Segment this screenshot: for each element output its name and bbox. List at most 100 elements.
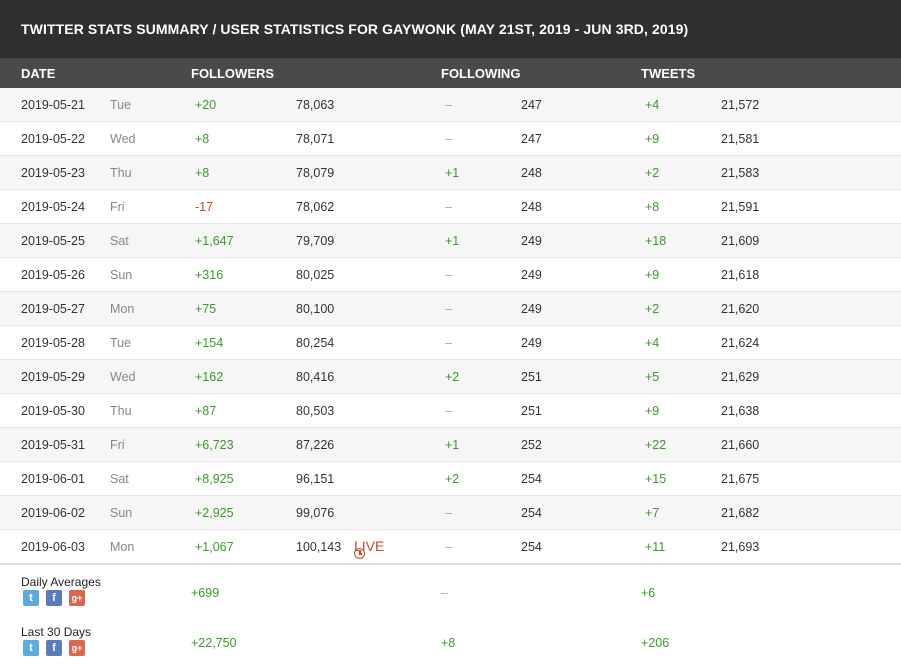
tweets-change: +7 <box>645 506 660 520</box>
followers-total: 80,025 <box>296 268 335 282</box>
tweets-change: +8 <box>645 200 660 214</box>
following-change: – <box>445 268 452 282</box>
summary-followers: +22,750 <box>191 636 237 650</box>
tweets-change: +22 <box>645 438 667 452</box>
tweets-change: +2 <box>645 302 660 316</box>
followers-total: 78,071 <box>296 132 335 146</box>
following-total: 249 <box>521 234 542 248</box>
following-change: – <box>445 506 452 520</box>
day-cell: Tue <box>110 98 132 112</box>
followers-change: +154 <box>195 336 224 350</box>
following-change: – <box>445 540 452 554</box>
facebook-share-icon[interactable]: f <box>46 640 62 656</box>
date-cell: 2019-06-03 <box>21 540 85 554</box>
date-cell: 2019-05-26 <box>21 268 85 282</box>
followers-change: +1,067 <box>195 540 234 554</box>
date-cell: 2019-05-25 <box>21 234 85 248</box>
tweets-change: +15 <box>645 472 667 486</box>
summary-label: Last 30 Days <box>21 625 92 639</box>
followers-change: +20 <box>195 98 217 112</box>
following-change: – <box>445 302 452 316</box>
followers-change: +162 <box>195 370 224 384</box>
day-cell: Sun <box>110 506 133 520</box>
table-row: 2019-06-02 Sun +2,925 99,076 – 254 +7 21,682 <box>0 496 901 530</box>
following-change: +1 <box>445 234 460 248</box>
followers-total: 99,076 <box>296 506 335 520</box>
tweets-change: +5 <box>645 370 660 384</box>
share-icons: t f g+ <box>23 640 85 656</box>
followers-total: 96,151 <box>296 472 335 486</box>
summary-label: Daily Averages <box>21 575 101 589</box>
table-row: 2019-05-27 Mon +75 80,100 – 249 +2 21,620 <box>0 292 901 326</box>
date-cell: 2019-05-22 <box>21 132 85 146</box>
header-date: DATE <box>21 66 56 81</box>
day-cell: Mon <box>110 302 135 316</box>
followers-total: 78,062 <box>296 200 335 214</box>
tweets-total: 21,609 <box>721 234 760 248</box>
summary-followers: +699 <box>191 586 220 600</box>
following-change: +2 <box>445 472 460 486</box>
summary-tweets: +6 <box>641 586 656 600</box>
date-cell: 2019-05-31 <box>21 438 85 452</box>
date-cell: 2019-06-01 <box>21 472 85 486</box>
followers-change: +8 <box>195 132 210 146</box>
followers-total: 78,063 <box>296 98 335 112</box>
table-row: 2019-05-31 Fri +6,723 87,226 +1 252 +22 21,660 <box>0 428 901 462</box>
tweets-change: +4 <box>645 336 660 350</box>
tweets-change: +9 <box>645 404 660 418</box>
table-row: 2019-05-26 Sun +316 80,025 – 249 +9 21,618 <box>0 258 901 292</box>
table-header: DATE FOLLOWERS FOLLOWING TWEETS <box>0 58 901 88</box>
following-change: – <box>445 132 452 146</box>
day-cell: Tue <box>110 336 132 350</box>
followers-change: +87 <box>195 404 217 418</box>
following-total: 252 <box>521 438 542 452</box>
tweets-total: 21,583 <box>721 166 760 180</box>
tweets-change: +4 <box>645 98 660 112</box>
table-row: 2019-05-24 Fri -17 78,062 – 248 +8 21,591 <box>0 190 901 224</box>
tweets-total: 21,693 <box>721 540 760 554</box>
day-cell: Fri <box>110 438 125 452</box>
day-cell: Mon <box>110 540 135 554</box>
facebook-share-icon[interactable]: f <box>46 590 62 606</box>
day-cell: Sun <box>110 268 133 282</box>
live-badge[interactable]: LIVE <box>354 538 384 559</box>
following-change: +2 <box>445 370 460 384</box>
clock-icon <box>354 548 365 559</box>
share-icons: t f g+ <box>23 590 85 606</box>
following-change: – <box>445 98 452 112</box>
date-cell: 2019-05-30 <box>21 404 85 418</box>
following-total: 249 <box>521 268 542 282</box>
table-row: 2019-06-01 Sat +8,925 96,151 +2 254 +15 21,675 <box>0 462 901 496</box>
date-cell: 2019-06-02 <box>21 506 85 520</box>
summary-row: Daily Averages t f g+ +699 – +6 <box>0 564 901 615</box>
date-cell: 2019-05-23 <box>21 166 85 180</box>
followers-total: 80,503 <box>296 404 335 418</box>
tweets-total: 21,618 <box>721 268 760 282</box>
following-change: – <box>445 404 452 418</box>
following-change: – <box>445 200 452 214</box>
day-cell: Wed <box>110 132 136 146</box>
followers-change: -17 <box>195 200 214 214</box>
table-row: 2019-05-23 Thu +8 78,079 +1 248 +2 21,583 <box>0 156 901 190</box>
tweets-change: +9 <box>645 132 660 146</box>
date-cell: 2019-05-21 <box>21 98 85 112</box>
tweets-total: 21,572 <box>721 98 760 112</box>
twitter-share-icon[interactable]: t <box>23 640 39 656</box>
following-total: 249 <box>521 302 542 316</box>
google-plus-share-icon[interactable]: g+ <box>69 590 85 606</box>
header-tweets: TWEETS <box>641 66 696 81</box>
day-cell: Wed <box>110 370 136 384</box>
followers-change: +6,723 <box>195 438 234 452</box>
day-cell: Fri <box>110 200 125 214</box>
twitter-share-icon[interactable]: t <box>23 590 39 606</box>
following-change: +1 <box>445 166 460 180</box>
table-row: 2019-05-25 Sat +1,647 79,709 +1 249 +18 21,609 <box>0 224 901 258</box>
google-plus-share-icon[interactable]: g+ <box>69 640 85 656</box>
tweets-total: 21,620 <box>721 302 760 316</box>
following-total: 254 <box>521 540 542 554</box>
summary-row: Last 30 Days t f g+ +22,750 +8 +206 <box>0 615 901 665</box>
followers-total: 80,100 <box>296 302 335 316</box>
table-row: 2019-05-28 Tue +154 80,254 – 249 +4 21,624 <box>0 326 901 360</box>
tweets-total: 21,675 <box>721 472 760 486</box>
table-row: 2019-05-22 Wed +8 78,071 – 247 +9 21,581 <box>0 122 901 156</box>
